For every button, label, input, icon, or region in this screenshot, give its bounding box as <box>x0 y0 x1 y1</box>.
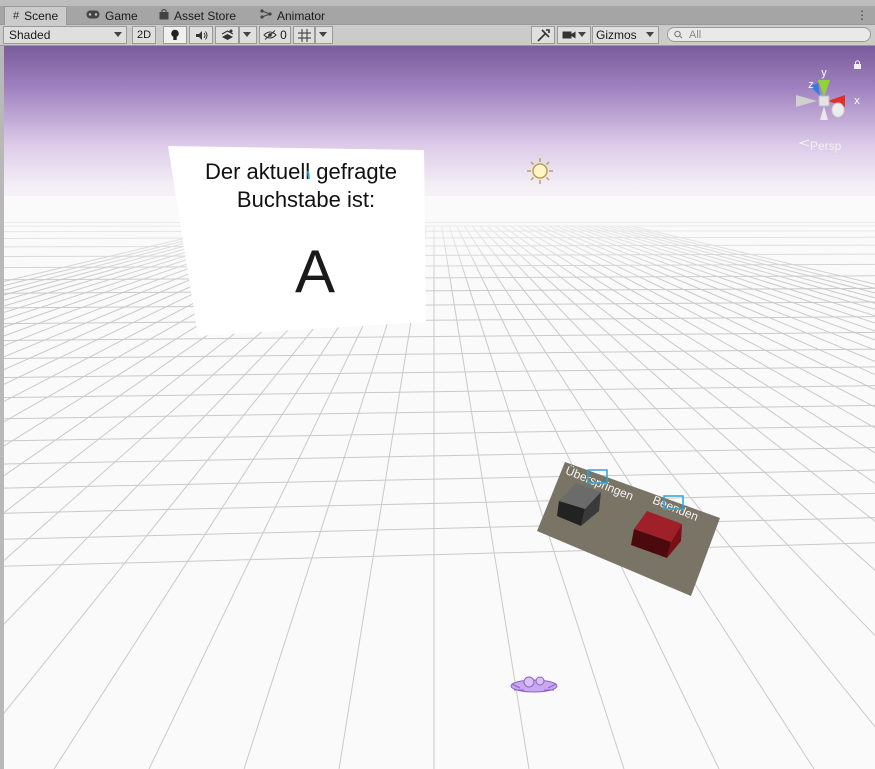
horizon-fog <box>4 196 875 286</box>
lighting-toggle[interactable] <box>163 26 187 44</box>
gizmos-label: Gizmos <box>596 28 637 42</box>
search-icon <box>674 30 683 39</box>
sign-line-2: Buchstabe ist: <box>237 187 375 212</box>
store-bag-icon <box>159 8 169 23</box>
camera-dropdown[interactable] <box>557 26 591 44</box>
tools-icon <box>536 28 550 42</box>
toggle-2d-button[interactable]: 2D <box>132 26 156 44</box>
gamepad-icon <box>86 10 100 22</box>
effects-toggle[interactable] <box>215 26 239 44</box>
tab-scene[interactable]: # Scene <box>4 6 68 25</box>
tab-animator-label: Animator <box>277 8 326 23</box>
projection-label: Persp <box>810 139 842 153</box>
eye-slash-icon <box>263 30 277 40</box>
tab-animator[interactable]: Animator <box>252 7 333 24</box>
tab-asset-store-label: Asset Store <box>174 8 237 23</box>
sign-letter: A <box>295 238 335 305</box>
camera-icon <box>562 31 576 39</box>
chevron-down-icon <box>319 32 327 37</box>
chevron-down-icon <box>646 32 654 37</box>
axis-x-label: x <box>854 95 860 107</box>
lightbulb-icon <box>171 29 179 40</box>
scene-toolbar: Shaded 2D 0 Gizmos All <box>0 25 875 46</box>
tab-game-label: Game <box>105 8 138 23</box>
grid-toggle[interactable] <box>293 26 315 44</box>
grid-icon: # <box>13 10 20 22</box>
shading-mode-label: Shaded <box>9 28 51 42</box>
hidden-count: 0 <box>280 28 287 42</box>
hidden-objects-toggle[interactable]: 0 <box>259 26 291 44</box>
sign-line-1: Der aktuell gefragte <box>205 159 397 184</box>
tab-asset-store[interactable]: Asset Store <box>151 7 244 24</box>
animator-icon <box>260 9 272 22</box>
audio-toggle[interactable] <box>189 26 213 44</box>
pivot-marker <box>307 170 310 180</box>
chevron-down-icon <box>578 32 586 37</box>
tools-toggle[interactable] <box>531 26 555 44</box>
window-top-strip <box>0 0 875 6</box>
axis-y-label: y <box>821 67 827 79</box>
search-input[interactable]: All <box>667 27 871 42</box>
chevron-down-icon <box>114 32 122 37</box>
tab-game[interactable]: Game <box>78 7 146 24</box>
neg-z-cone <box>831 102 845 118</box>
toggle-2d-label: 2D <box>136 29 152 41</box>
scene-viewport[interactable]: Der aktuell gefragte Buchstabe ist: A Üb… <box>4 46 875 769</box>
shading-mode-dropdown[interactable]: Shaded <box>3 26 127 44</box>
effects-dropdown[interactable] <box>239 26 257 44</box>
speaker-icon <box>195 30 207 40</box>
question-sign[interactable]: Der aktuell gefragte Buchstabe ist: A <box>168 146 426 336</box>
search-placeholder: All <box>689 28 702 41</box>
gizmos-dropdown[interactable]: Gizmos <box>592 26 659 44</box>
tab-scene-label: Scene <box>24 9 59 23</box>
grid-dropdown[interactable] <box>315 26 333 44</box>
chevron-down-icon <box>243 32 251 37</box>
effects-layers-icon <box>221 29 233 40</box>
scene-canvas: Der aktuell gefragte Buchstabe ist: A Üb… <box>4 46 875 769</box>
editor-tab-bar: # Scene Game Asset Store Animator ⋮ <box>0 0 875 25</box>
center-cube[interactable] <box>818 95 830 107</box>
grid-snap-icon <box>297 28 311 42</box>
more-options-icon[interactable]: ⋮ <box>856 8 868 22</box>
axis-z-label: z <box>808 79 814 91</box>
